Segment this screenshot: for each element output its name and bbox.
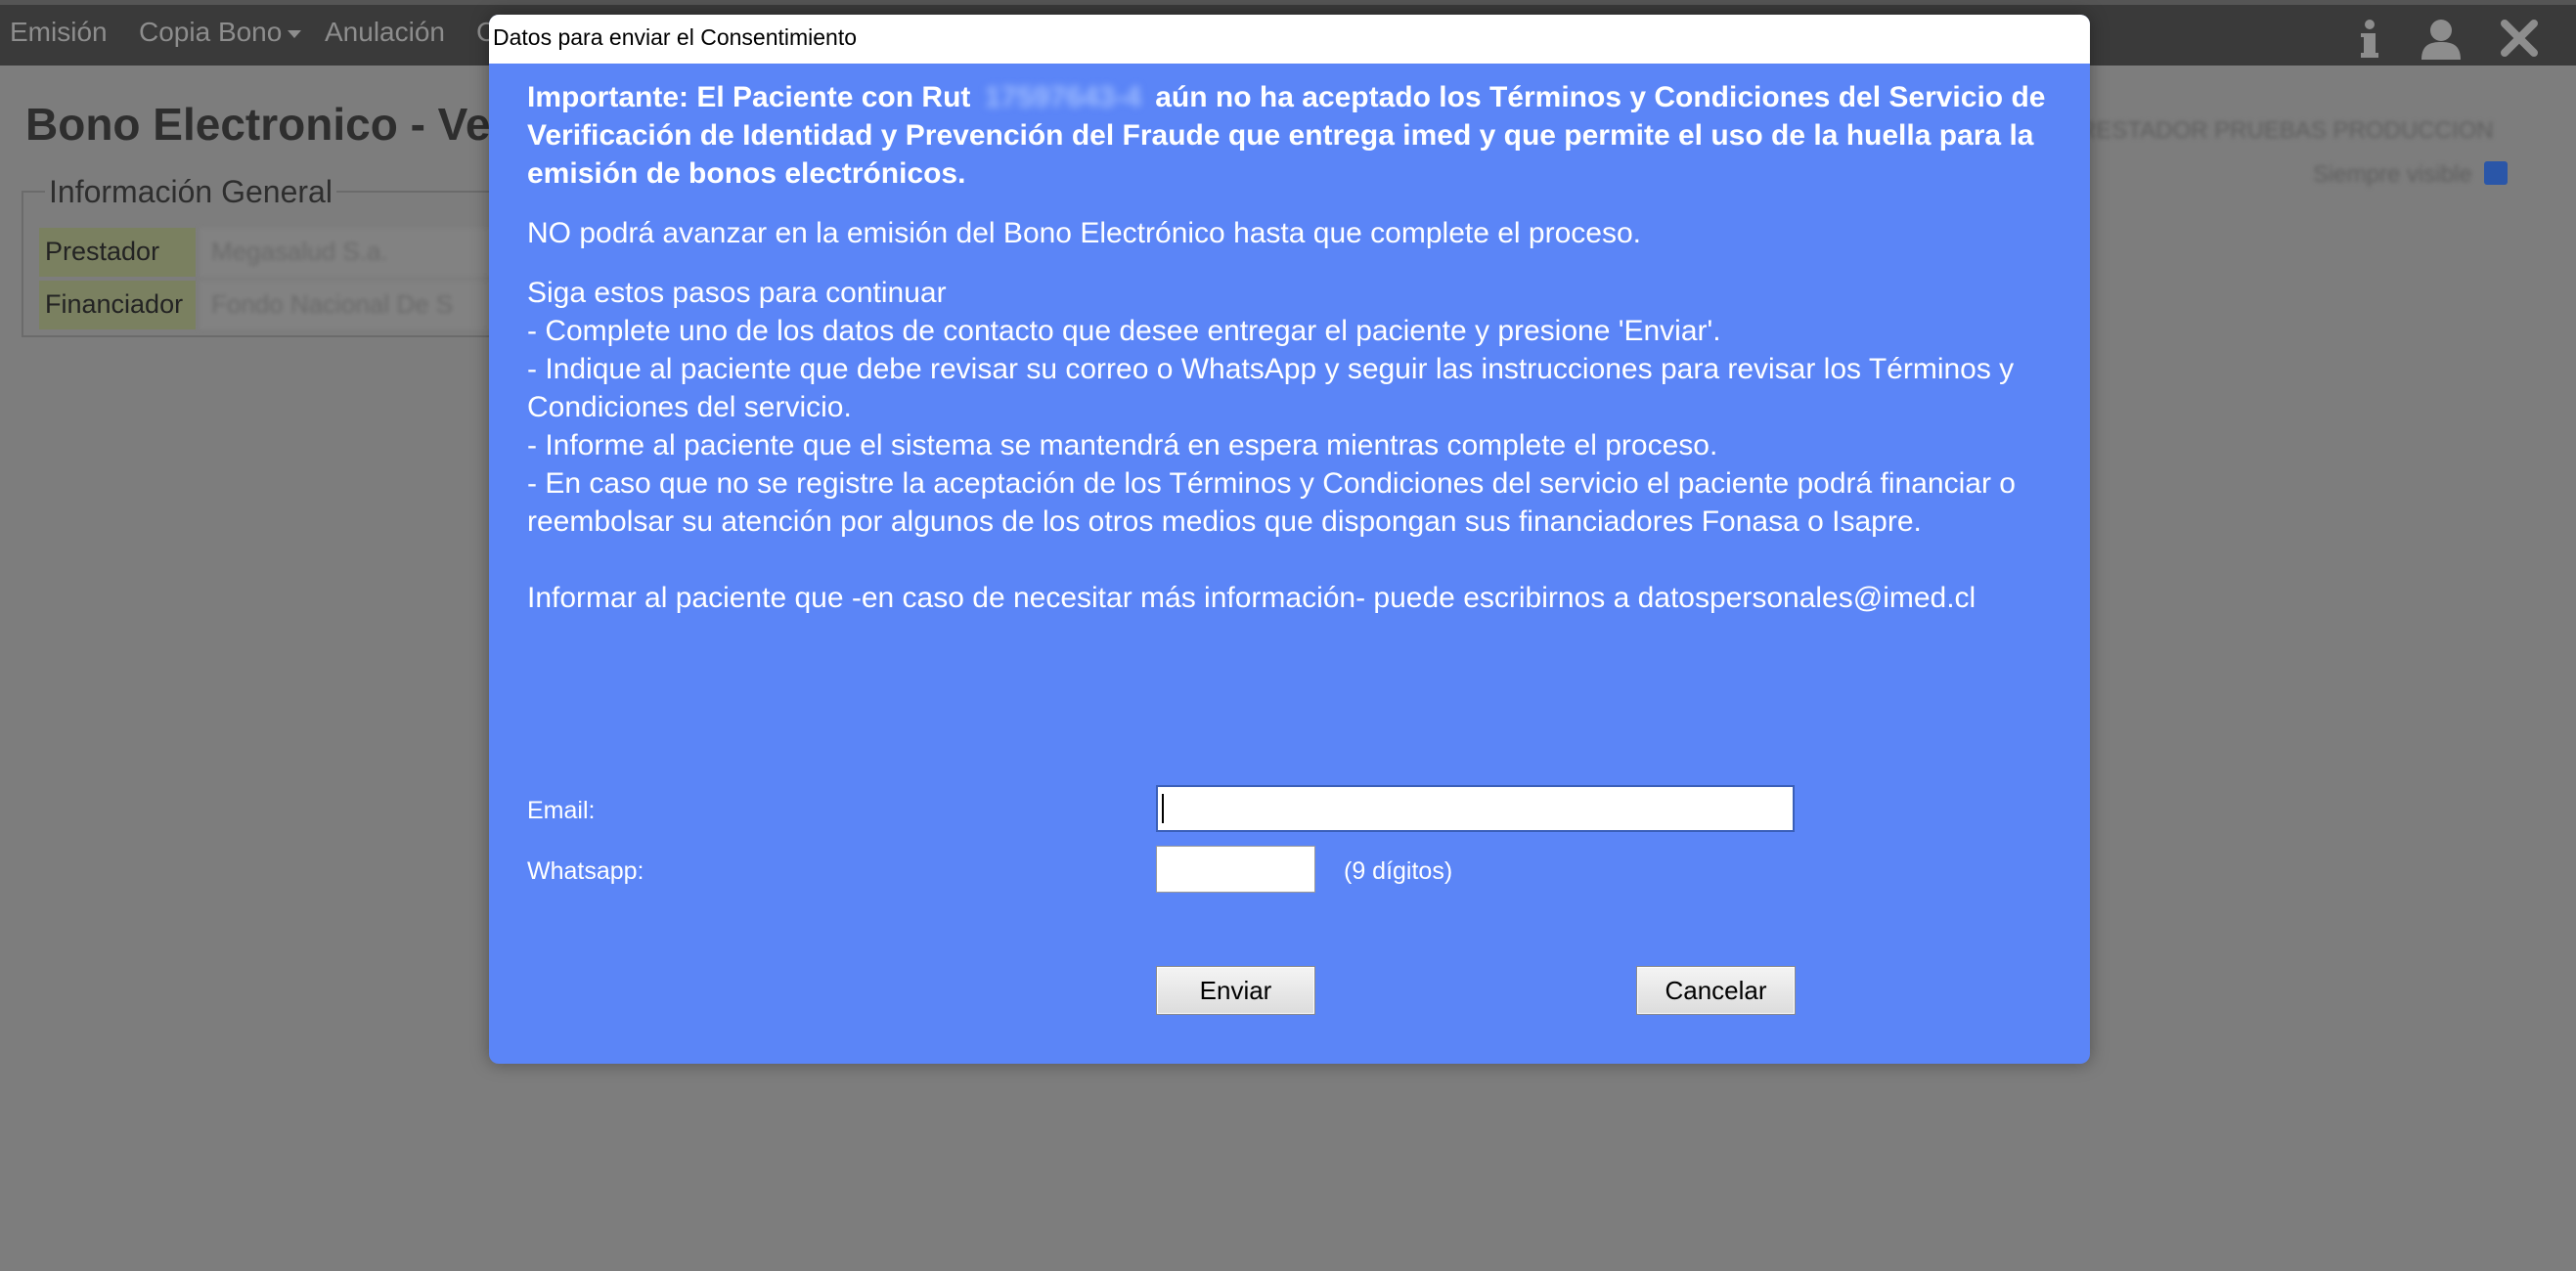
dialog-titlebar: Datos para enviar el Consentimiento — [489, 15, 2090, 64]
cancel-button[interactable]: Cancelar — [1636, 966, 1796, 1015]
page-title: Bono Electronico - Ver — [25, 99, 509, 150]
always-visible-checkbox[interactable] — [2484, 161, 2508, 185]
send-button[interactable]: Enviar — [1156, 966, 1315, 1015]
email-label: Email: — [527, 797, 596, 824]
dialog-body: Importante: El Paciente con Rut 17597643… — [527, 78, 2063, 617]
always-visible-label: Siempre visible — [2313, 161, 2472, 188]
info-icon[interactable] — [2357, 19, 2382, 65]
step-item: - En caso que no se registre la aceptaci… — [527, 467, 2016, 538]
chevron-down-icon — [288, 29, 302, 38]
steps-block: Siga estos pasos para continuar - Comple… — [527, 274, 2063, 541]
whatsapp-field[interactable] — [1156, 846, 1315, 893]
dialog-title: Datos para enviar el Consentimiento — [493, 24, 858, 50]
step-item: - Informe al paciente que el sistema se … — [527, 429, 1718, 461]
close-icon[interactable] — [2500, 19, 2539, 63]
menu-item-copia-bono[interactable]: Copia Bono — [139, 17, 302, 48]
prestador-label: Prestador — [39, 228, 196, 277]
whatsapp-label: Whatsapp: — [527, 857, 644, 885]
menu-item-anulacion[interactable]: Anulación — [325, 17, 445, 48]
menu-item-copia-bono-label: Copia Bono — [139, 17, 283, 47]
environment-label: PRESTADOR PRUEBAS PRODUCCION — [2064, 117, 2494, 144]
general-info-legend: Información General — [45, 174, 336, 210]
contact-info: Informar al paciente que -en caso de nec… — [527, 582, 1976, 614]
important-notice: Importante: El Paciente con Rut 17597643… — [527, 78, 2063, 193]
warning-text: NO podrá avanzar en la emisión del Bono … — [527, 217, 1641, 249]
important-prefix: Importante: El Paciente con Rut — [527, 81, 971, 113]
patient-rut: 17597643-4 — [984, 81, 1141, 113]
step-item: - Indique al paciente que debe revisar s… — [527, 353, 2015, 423]
email-field[interactable] — [1156, 785, 1795, 832]
consent-dialog: Datos para enviar el Consentimiento Impo… — [489, 15, 2090, 1064]
step-item: - Complete uno de los datos de contacto … — [527, 315, 1721, 347]
user-icon[interactable] — [2420, 19, 2463, 65]
text-cursor — [1162, 794, 1164, 823]
steps-intro: Siga estos pasos para continuar — [527, 277, 947, 309]
whatsapp-hint: (9 dígitos) — [1344, 857, 1453, 885]
menu-item-emision[interactable]: Emisión — [10, 17, 108, 48]
financiador-label: Financiador — [39, 281, 196, 329]
